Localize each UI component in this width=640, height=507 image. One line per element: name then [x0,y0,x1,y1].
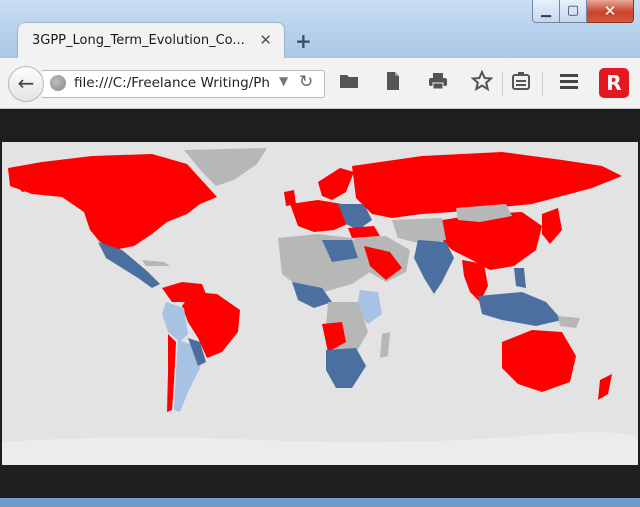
back-button[interactable]: ← [8,66,44,102]
world-map [2,142,639,465]
australia [502,330,576,392]
new-zealand [598,374,612,400]
png [558,316,580,328]
tab-close-icon[interactable]: ✕ [259,31,272,49]
maximize-button[interactable]: ▢ [560,0,587,23]
tab-title: 3GPP_Long_Term_Evolution_Co... [32,33,245,48]
caribbean [142,260,170,266]
toolbar-divider [542,72,543,96]
print-icon[interactable] [425,70,451,96]
window-controls: ▁ ▢ ✕ [532,0,634,23]
antarctica [2,432,639,465]
philippines [514,268,526,288]
url-dropdown-icon[interactable]: ▼ [279,74,288,88]
globe-icon [50,75,66,91]
madagascar [380,332,390,358]
world-map-svg [2,148,639,465]
uk-ireland [284,190,296,206]
close-icon: ✕ [603,2,617,20]
japan-korea [542,208,562,244]
url-text[interactable]: file:///C:/Freelance Writing/Ph [74,75,274,91]
china [440,212,542,270]
close-window-button[interactable]: ✕ [587,0,634,23]
browser-tab[interactable]: 3GPP_Long_Term_Evolution_Co... ✕ [17,22,285,59]
reload-icon[interactable]: ↻ [299,72,313,92]
maximize-icon: ▢ [566,3,580,18]
document-icon[interactable] [380,70,406,96]
minimize-button[interactable]: ▁ [532,0,560,23]
scandinavia [318,168,354,200]
turkey [348,226,380,238]
back-arrow-icon: ← [17,71,35,95]
navigation-toolbar: file:///C:/Freelance Writing/Ph ▼ ↻ ← R [0,58,640,109]
india [414,240,454,294]
avira-icon[interactable]: R [599,68,629,98]
reading-list-icon[interactable] [508,70,534,96]
page-content [0,109,640,498]
new-tab-button[interactable]: + [295,29,312,53]
window-bottom-border [0,498,640,507]
southern-africa [326,348,366,388]
minimize-icon: ▁ [541,3,551,18]
indonesia-philippines [478,292,562,326]
bookmark-star-icon[interactable] [469,69,495,96]
url-bar[interactable]: file:///C:/Freelance Writing/Ph ▼ ↻ [42,70,325,98]
menu-icon[interactable] [556,70,582,96]
window-titlebar: ▁ ▢ ✕ 3GPP_Long_Term_Evolution_Co... ✕ + [0,0,640,59]
toolbar-divider [502,72,503,96]
folder-icon[interactable] [336,70,362,96]
